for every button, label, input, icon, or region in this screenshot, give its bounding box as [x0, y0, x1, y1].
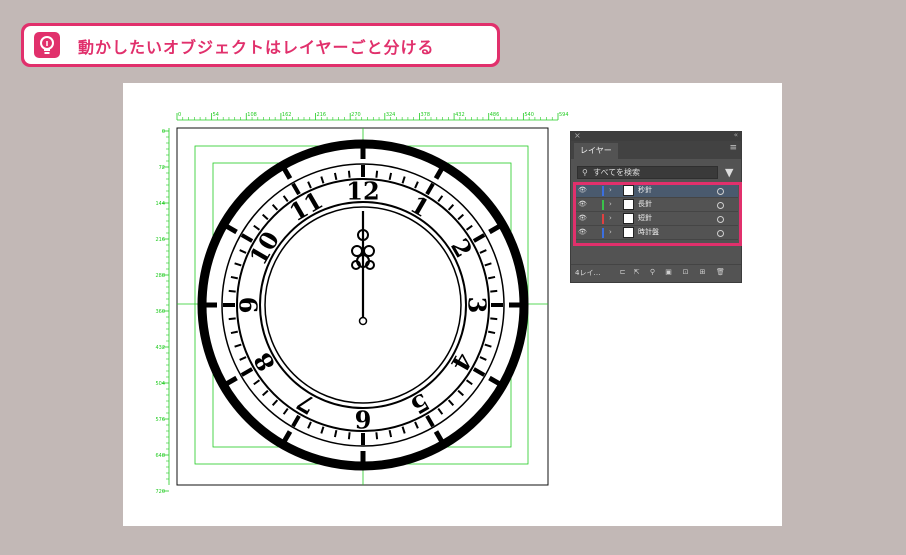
minute-tick: [487, 330, 496, 335]
layer-count: 4レイ…: [575, 269, 601, 277]
search-icon: ⚲: [582, 168, 588, 177]
target-icon[interactable]: [717, 202, 724, 209]
target-icon[interactable]: [717, 230, 724, 237]
target-icon[interactable]: [717, 188, 724, 195]
layer-row[interactable]: 👁 › 秒針: [574, 184, 738, 198]
minute-tick: [228, 317, 236, 321]
panel-title-bar: × «: [571, 131, 741, 141]
clock-numeral: 12: [346, 177, 379, 206]
minute-tick: [490, 289, 498, 293]
new-sublayer-icon[interactable]: ⊡: [682, 269, 689, 276]
tab-layers[interactable]: レイヤー: [574, 143, 618, 159]
clipping-mask-icon[interactable]: ▣: [665, 269, 672, 276]
close-icon[interactable]: ×: [574, 131, 581, 140]
layer-name[interactable]: 秒針: [638, 184, 652, 197]
search-placeholder: すべてを検索: [593, 168, 640, 177]
eye-icon[interactable]: 👁: [578, 226, 587, 239]
layer-name[interactable]: 短針: [638, 212, 652, 225]
layer-color-bar: [602, 186, 604, 196]
layer-color-bar: [602, 214, 604, 224]
layer-thumbnail: [623, 185, 634, 196]
chevron-right-icon[interactable]: ›: [609, 212, 612, 225]
layer-row[interactable]: 👁 › 時計盤: [574, 226, 738, 240]
clock-numeral: 3: [463, 297, 492, 314]
panel-footer: 4レイ… ⊏ ⇱ ⚲ ▣ ⊡ ⊞ 🗑: [571, 264, 741, 282]
minute-tick: [333, 172, 338, 181]
target-icon[interactable]: [717, 216, 724, 223]
title-banner-inner: 動かしたいオブジェクトはレイヤーごと分ける: [24, 26, 497, 64]
layer-thumbnail: [623, 227, 634, 238]
minute-tick: [333, 429, 338, 438]
layer-color-bar: [602, 228, 604, 238]
lightbulb-icon: [34, 32, 60, 58]
eye-icon[interactable]: 👁: [578, 212, 587, 225]
layer-name[interactable]: 時計盤: [638, 226, 659, 239]
clock-numeral: 9: [235, 297, 264, 314]
layer-name[interactable]: 長針: [638, 198, 652, 211]
minute-tick: [228, 289, 236, 293]
minute-tick: [230, 330, 239, 335]
collect-export-icon[interactable]: ⊏: [619, 269, 626, 276]
clock-numeral: 6: [355, 405, 372, 434]
layer-row[interactable]: 👁 › 長針: [574, 198, 738, 212]
locate-object-icon[interactable]: ⚲: [649, 269, 656, 276]
search-input[interactable]: ⚲ すべてを検索: [577, 166, 718, 179]
panel-tab-bar: レイヤー ≡: [571, 141, 741, 159]
minute-tick: [375, 432, 379, 440]
minute-tick: [388, 429, 393, 438]
eye-icon[interactable]: 👁: [578, 184, 587, 197]
new-layer-icon[interactable]: ⊞: [699, 269, 706, 276]
layer-thumbnail: [623, 199, 634, 210]
minute-tick: [490, 317, 498, 321]
chevron-right-icon[interactable]: ›: [609, 184, 612, 197]
layers-panel: × « レイヤー ≡ ⚲ すべてを検索 ▼ 👁 › 秒針 👁 › 長針 👁 › …: [570, 131, 742, 283]
export-icon[interactable]: ⇱: [633, 269, 640, 276]
minute-tick: [388, 172, 393, 181]
minute-tick: [487, 275, 496, 280]
filter-icon[interactable]: ▼: [725, 167, 733, 178]
title-banner: 動かしたいオブジェクトはレイヤーごと分ける: [21, 23, 500, 67]
chevron-right-icon[interactable]: ›: [609, 198, 612, 211]
layer-row[interactable]: 👁 › 短針: [574, 212, 738, 226]
banner-title: 動かしたいオブジェクトはレイヤーごと分ける: [78, 38, 435, 57]
layer-list: 👁 › 秒針 👁 › 長針 👁 › 短針 👁 › 時計盤: [574, 184, 738, 244]
chevron-right-icon[interactable]: ›: [609, 226, 612, 239]
collapse-icon[interactable]: «: [734, 131, 738, 139]
trash-icon[interactable]: 🗑: [716, 269, 725, 276]
minute-tick: [347, 432, 351, 440]
layer-color-bar: [602, 200, 604, 210]
eye-icon[interactable]: 👁: [578, 198, 587, 211]
minute-tick: [230, 275, 239, 280]
layer-thumbnail: [623, 213, 634, 224]
panel-menu-icon[interactable]: ≡: [729, 143, 737, 153]
